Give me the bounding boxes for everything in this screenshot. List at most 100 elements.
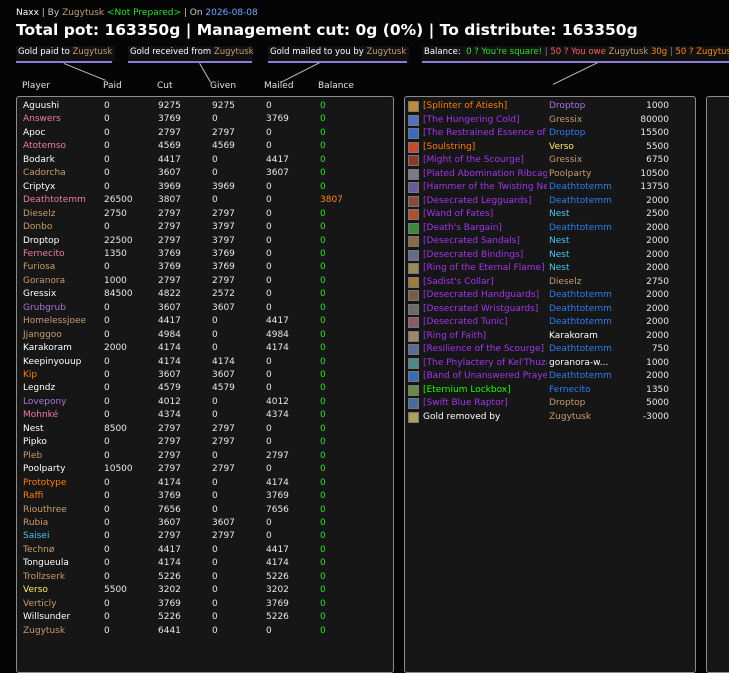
item-name[interactable]: [Resilience of the Scourge] [423, 344, 547, 354]
item-name[interactable]: [Ring of the Eternal Flame] [423, 263, 547, 273]
item-name[interactable]: [Soulstring] [423, 142, 547, 152]
list-item[interactable]: [Band of Unanswered Prayers] Deathtotemm 2… [405, 371, 695, 385]
item-name[interactable]: [Plated Abomination Ribcage] [423, 169, 547, 179]
item-name[interactable]: [Might of the Scourge] [423, 155, 547, 165]
item-name[interactable]: [Death's Bargain] [423, 223, 547, 233]
table-row[interactable]: Goranora 1000 2797 2797 0 0 [17, 276, 393, 290]
list-item[interactable]: [Hammer of the Twisting Nether]Deathtote… [405, 182, 695, 196]
item-name[interactable]: Gold removed by [423, 412, 547, 422]
table-row[interactable]: Homelessjoee 0 4417 0 4417 0 [17, 316, 393, 330]
item-name[interactable]: [Desecrated Sandals] [423, 236, 547, 246]
table-row[interactable]: Riouthree 0 7656 0 7656 0 [17, 505, 393, 519]
table-row[interactable]: Technø 0 4417 0 4417 0 [17, 545, 393, 559]
item-name[interactable]: [Desecrated Wristguards] [423, 304, 547, 314]
list-item[interactable]: Gold removed by Zugytusk -3000 [405, 411, 695, 426]
table-row[interactable]: Verso 5500 3202 0 3202 0 [17, 585, 393, 599]
given-cell: 3769 [212, 262, 235, 273]
table-row[interactable]: Answers 0 3769 0 3769 0 [17, 114, 393, 128]
player-name: Bodark [23, 154, 55, 165]
table-row[interactable]: Deathtotemm 26500 3807 0 0 3807 [17, 195, 393, 209]
list-item[interactable]: [Sadist's Collar] Dieselz 2750 [405, 276, 695, 291]
list-item[interactable]: [Desecrated Handguards] Deathtotemm 2000 [405, 290, 695, 304]
table-row[interactable]: Dieselz 2750 2797 2797 0 0 [17, 209, 393, 223]
table-row[interactable]: Prototype 0 4174 0 4174 0 [17, 478, 393, 492]
table-row[interactable]: Bodark 0 4417 0 4417 0 [17, 155, 393, 169]
table-row[interactable]: Grubgrub 0 3607 3607 0 0 [17, 303, 393, 317]
table-row[interactable]: Cadorcha 0 3607 0 3607 0 [17, 168, 393, 182]
table-row[interactable]: Pleb 0 2797 0 2797 0 [17, 451, 393, 465]
item-name[interactable]: [Sadist's Collar] [423, 277, 547, 287]
item-name[interactable]: [Eternium Lockbox] [423, 385, 547, 395]
col-cut[interactable]: Cut [157, 81, 173, 91]
item-name[interactable]: [Wand of Fates] [423, 209, 547, 219]
table-row[interactable]: Criptyx 0 3969 3969 0 0 [17, 182, 393, 196]
list-item[interactable]: [Desecrated Tunic] Deathtotemm 2000 [405, 317, 695, 331]
item-name[interactable]: [Desecrated Bindings] [423, 250, 547, 260]
list-item[interactable]: [Ring of the Eternal Flame] Nest 2000 [405, 263, 695, 277]
table-row[interactable]: Furiosa 0 3769 3769 0 0 [17, 262, 393, 276]
table-row[interactable]: Verticly 0 3769 0 3769 0 [17, 599, 393, 613]
table-row[interactable]: Mohnké 0 4374 0 4374 0 [17, 410, 393, 424]
list-item[interactable]: [Eternium Lockbox] Fernecito 1350 [405, 384, 695, 399]
table-row[interactable]: Fernecito 1350 3769 3769 0 0 [17, 249, 393, 263]
table-row[interactable]: Aguushi 0 9275 9275 0 0 [17, 101, 393, 115]
table-row[interactable]: Donbo 0 2797 3797 0 0 [17, 222, 393, 236]
table-row[interactable]: Atotemso 0 4569 4569 0 0 [17, 141, 393, 155]
list-item[interactable]: [The Hungering Cold] Gressix 80000 [405, 114, 695, 129]
table-row[interactable]: Lovepony 0 4012 0 4012 0 [17, 397, 393, 411]
table-row[interactable]: Gressix 84500 4822 2572 0 0 [17, 289, 393, 303]
item-name[interactable]: [The Hungering Cold] [423, 115, 547, 125]
table-row[interactable]: Nest 8500 2797 2797 0 0 [17, 424, 393, 438]
list-item[interactable]: [Wand of Fates] Nest 2500 [405, 209, 695, 223]
balance-cell: 0 [320, 168, 326, 179]
loot-list-panel[interactable]: [Splinter of Atiesh] Droptop 1000 [The Hung… [404, 96, 696, 673]
list-item[interactable]: [The Restrained Essence of Sapphiron]Dro… [405, 128, 695, 142]
table-row[interactable]: Jjanggoo 0 4984 0 4984 0 [17, 330, 393, 344]
table-row[interactable]: Saisei 0 2797 2797 0 0 [17, 531, 393, 545]
tip-owe: 50 ? You owe [550, 47, 606, 57]
table-row[interactable]: Trollzserk 0 5226 0 5226 0 [17, 572, 393, 586]
table-row[interactable]: Rubia 0 3607 3607 0 0 [17, 518, 393, 532]
col-given[interactable]: Given [210, 81, 236, 91]
table-row[interactable]: Apoc 0 2797 2797 0 0 [17, 128, 393, 142]
player-list-panel[interactable]: Aguushi 0 9275 9275 0 0 Answers 0 3769 0 3769 0 Apoc… [16, 96, 394, 673]
item-name[interactable]: [Desecrated Legguards] [423, 196, 547, 206]
table-row[interactable]: Willsunder 0 5226 0 5226 0 [17, 612, 393, 626]
list-item[interactable]: [Plated Abomination Ribcage] Poolparty 105… [405, 168, 695, 183]
item-name[interactable]: [Swift Blue Raptor] [423, 398, 547, 408]
list-item[interactable]: [Ring of Faith] Karakoram 2000 [405, 330, 695, 345]
table-row[interactable]: Raffi 0 3769 0 3769 0 [17, 491, 393, 505]
item-name[interactable]: [Ring of Faith] [423, 331, 547, 341]
table-row[interactable]: Legndz 0 4579 4579 0 0 [17, 383, 393, 397]
list-item[interactable]: [Swift Blue Raptor] Droptop 5000 [405, 398, 695, 412]
list-item[interactable]: [Death's Bargain] Deathtotemm 2000 [405, 222, 695, 237]
list-item[interactable]: [Soulstring] Verso 5500 [405, 141, 695, 156]
col-player[interactable]: Player [22, 81, 50, 91]
table-row[interactable]: Zugytusk 0 6441 0 0 0 [17, 626, 393, 640]
item-name[interactable]: [Hammer of the Twisting Nether] [423, 182, 547, 192]
item-name[interactable]: [Band of Unanswered Prayers] [423, 371, 547, 381]
list-item[interactable]: [Resilience of the Scourge] Deathtotemm 75… [405, 344, 695, 358]
table-row[interactable]: Droptop 22500 2797 3797 0 0 [17, 236, 393, 250]
col-mailed[interactable]: Mailed [264, 81, 294, 91]
table-row[interactable]: Keepinyouup 0 4174 4174 0 0 [17, 357, 393, 371]
list-item[interactable]: [Splinter of Atiesh] Droptop 1000 [405, 101, 695, 115]
table-row[interactable]: Karakoram 2000 4174 0 4174 0 [17, 343, 393, 357]
list-item[interactable]: [Desecrated Wristguards] Deathtotemm 2000 [405, 303, 695, 318]
list-item[interactable]: [Desecrated Bindings] Nest 2000 [405, 249, 695, 264]
list-item[interactable]: [Might of the Scourge] Gressix 6750 [405, 155, 695, 169]
table-row[interactable]: Tongueula 0 4174 0 4174 0 [17, 558, 393, 572]
item-name[interactable]: [Desecrated Tunic] [423, 317, 547, 327]
list-item[interactable]: [The Phylactery of Kel'Thuzad] goranora-w… [405, 357, 695, 372]
item-name[interactable]: [Desecrated Handguards] [423, 290, 547, 300]
item-name[interactable]: [The Phylactery of Kel'Thuzad] [423, 358, 547, 368]
col-paid[interactable]: Paid [103, 81, 122, 91]
table-row[interactable]: Kip 0 3607 3607 0 0 [17, 370, 393, 384]
table-row[interactable]: Poolparty 10500 2797 2797 0 0 [17, 464, 393, 478]
list-item[interactable]: [Desecrated Legguards] Deathtotemm 2000 [405, 195, 695, 210]
col-balance[interactable]: Balance [318, 81, 354, 91]
item-name[interactable]: [The Restrained Essence of Sapphiron] [423, 128, 547, 138]
list-item[interactable]: [Desecrated Sandals] Nest 2000 [405, 236, 695, 250]
table-row[interactable]: Pipko 0 2797 2797 0 0 [17, 437, 393, 451]
item-name[interactable]: [Splinter of Atiesh] [423, 101, 547, 111]
